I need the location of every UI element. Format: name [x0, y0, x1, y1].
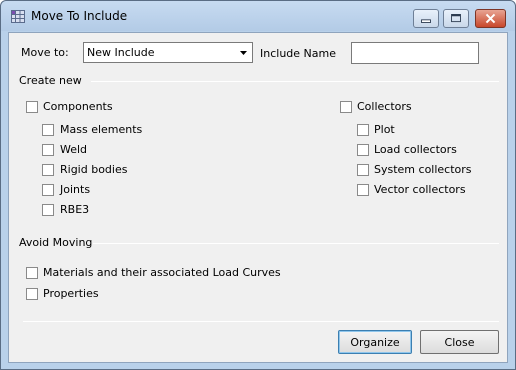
- avoid-moving-divider: [93, 243, 499, 244]
- components-label: Components: [43, 100, 113, 113]
- dialog-body: Move to: New Include Include Name Create…: [8, 32, 508, 363]
- weld-checkbox[interactable]: [42, 144, 54, 156]
- joints-label: Joints: [60, 183, 91, 196]
- vector-collectors-checkbox[interactable]: [357, 184, 369, 196]
- move-to-include-dialog: Move To Include Move to: New Include Inc…: [0, 0, 516, 370]
- mass-elements-checkbox[interactable]: [42, 124, 54, 136]
- plot-checkbox[interactable]: [357, 124, 369, 136]
- joints-checkbox[interactable]: [42, 184, 54, 196]
- include-name-label: Include Name: [260, 47, 336, 60]
- load-collectors-checkbox[interactable]: [357, 144, 369, 156]
- window-title: Move To Include: [31, 9, 128, 23]
- chevron-down-icon[interactable]: [237, 45, 250, 60]
- rigid-bodies-label: Rigid bodies: [60, 163, 128, 176]
- weld-label: Weld: [60, 143, 88, 156]
- title-bar[interactable]: Move To Include: [1, 1, 515, 31]
- load-collectors-label: Load collectors: [374, 143, 457, 156]
- move-to-label: Move to:: [21, 46, 69, 59]
- mass-elements-label: Mass elements: [60, 123, 143, 136]
- include-name-input[interactable]: [351, 42, 479, 64]
- properties-label: Properties: [43, 287, 99, 300]
- components-checkbox[interactable]: [26, 101, 38, 113]
- minimize-icon: [421, 19, 431, 23]
- system-collectors-label: System collectors: [374, 163, 472, 176]
- collectors-label: Collectors: [357, 100, 412, 113]
- minimize-button[interactable]: [413, 9, 439, 28]
- materials-checkbox[interactable]: [26, 267, 38, 279]
- app-icon: [11, 10, 25, 23]
- close-button[interactable]: Close: [420, 330, 499, 354]
- rigid-bodies-checkbox[interactable]: [42, 164, 54, 176]
- organize-button[interactable]: Organize: [338, 330, 412, 354]
- create-new-heading: Create new: [19, 74, 82, 87]
- maximize-icon: [451, 14, 461, 23]
- rbe3-label: RBE3: [60, 203, 90, 216]
- move-to-select[interactable]: New Include: [83, 42, 253, 63]
- maximize-button[interactable]: [443, 9, 469, 28]
- close-icon: [485, 13, 496, 24]
- system-collectors-checkbox[interactable]: [357, 164, 369, 176]
- vector-collectors-label: Vector collectors: [374, 183, 466, 196]
- footer-divider: [23, 321, 499, 322]
- rbe3-checkbox[interactable]: [42, 204, 54, 216]
- materials-label: Materials and their associated Load Curv…: [43, 266, 281, 279]
- close-window-button[interactable]: [475, 9, 506, 28]
- move-to-value: New Include: [87, 46, 155, 59]
- avoid-moving-heading: Avoid Moving: [19, 236, 93, 249]
- collectors-checkbox[interactable]: [340, 101, 352, 113]
- properties-checkbox[interactable]: [26, 288, 38, 300]
- plot-label: Plot: [374, 123, 395, 136]
- create-new-divider: [91, 81, 499, 82]
